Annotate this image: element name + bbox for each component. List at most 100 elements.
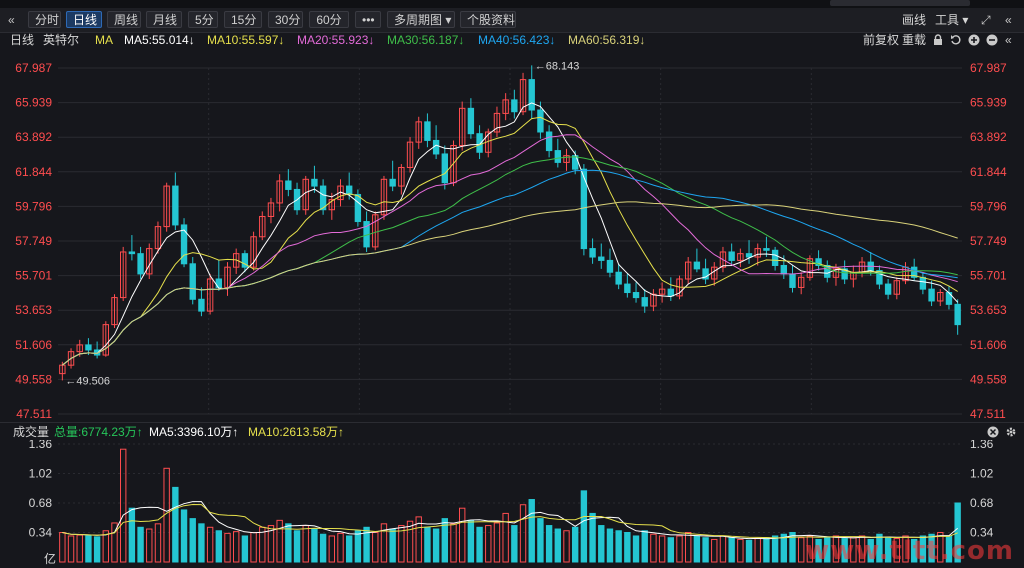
- tab-0[interactable]: 分时: [28, 11, 61, 28]
- candle-body: [389, 178, 396, 187]
- volume-bar: [606, 528, 614, 563]
- volume-axis-label-left: 1.36: [29, 440, 53, 451]
- volume-bar: [293, 530, 301, 563]
- price-axis-label-right: 63.892: [970, 130, 1007, 144]
- period-label: 日线: [10, 33, 35, 47]
- reload-button[interactable]: 重载: [902, 32, 926, 48]
- volume-bar: [232, 531, 240, 563]
- volume-bar: [745, 539, 753, 563]
- candle-body: [589, 248, 596, 258]
- volume-bar: [250, 532, 257, 563]
- close-volume-icon[interactable]: [987, 426, 999, 438]
- volume-bar: [302, 525, 309, 563]
- volume-bar: [797, 537, 805, 563]
- tab-3[interactable]: 月线: [146, 11, 182, 28]
- tab-6[interactable]: 30分: [268, 11, 303, 28]
- ma10-value: MA10:55.597↓: [207, 33, 285, 47]
- volume-title: 成交量: [13, 425, 50, 439]
- expand-indicator-icon[interactable]: «: [1005, 32, 1012, 48]
- price-axis-label-right: 47.511: [970, 407, 1006, 421]
- volume-axis-label-right: 1.36: [970, 440, 994, 451]
- candle-body: [745, 253, 753, 258]
- tab-7[interactable]: 60分: [309, 11, 349, 28]
- volume-bar: [545, 525, 553, 563]
- volume-bar: [93, 536, 101, 563]
- collapse-left-icon[interactable]: «: [8, 12, 15, 28]
- fullscreen-icon[interactable]: ⤢: [981, 12, 991, 28]
- price-axis-label-left: 65.939: [15, 96, 52, 110]
- tab-2[interactable]: 周线: [107, 11, 141, 28]
- volume-bar: [563, 530, 570, 563]
- volume-bar: [737, 538, 744, 563]
- candle-body: [285, 180, 292, 190]
- volume-bar: [624, 532, 631, 563]
- volume-unit-label: 亿: [44, 551, 56, 566]
- ma40-value: MA40:56.423↓: [478, 33, 556, 47]
- candle-body: [424, 121, 431, 141]
- volume-bar: [128, 507, 136, 563]
- price-axis-label-right: 61.844: [970, 165, 1007, 179]
- candle-body: [771, 249, 779, 266]
- candle-body: [919, 276, 927, 290]
- volume-bar: [224, 532, 231, 563]
- zoom-in-icon[interactable]: [968, 34, 980, 46]
- expand-right-icon[interactable]: «: [1005, 12, 1012, 28]
- tools-menu-button[interactable]: 工具 ▾: [935, 12, 968, 28]
- volume-ma5: MA5:3396.10万↑: [149, 425, 239, 439]
- draw-line-button[interactable]: 画线: [902, 12, 926, 28]
- volume-bar: [771, 535, 779, 563]
- candle-body: [606, 259, 614, 273]
- price-axis-label-right: 67.987: [970, 61, 1007, 75]
- volume-total: 总量:6774.23万↑: [54, 425, 143, 439]
- volume-indicator-bar: 成交量 总量:6774.23万↑ MA5:3396.10万↑ MA10:2613…: [0, 422, 1024, 441]
- ma30-value: MA30:56.187↓: [387, 33, 465, 47]
- volume-bar: [493, 522, 501, 563]
- volume-bar: [485, 525, 492, 563]
- volume-bar: [728, 537, 735, 563]
- tab-9[interactable]: 多周期图 ▾: [387, 11, 455, 28]
- candle-body: [354, 194, 362, 223]
- volume-bar: [632, 535, 640, 563]
- candle-body: [189, 263, 196, 300]
- tab-10[interactable]: 个股资料: [460, 11, 516, 28]
- tab-5[interactable]: 15分: [224, 11, 262, 28]
- candle-body: [928, 288, 935, 302]
- volume-bar: [450, 523, 457, 563]
- candlestick-chart[interactable]: 67.987 67.987 65.939 65.939 63.892 63.892 61.8…: [0, 48, 1024, 422]
- candle-body: [789, 273, 796, 288]
- volume-bar: [676, 535, 683, 563]
- price-axis-label-left: 57.749: [15, 234, 52, 248]
- adjust-button[interactable]: 前复权: [863, 32, 899, 48]
- volume-bar: [198, 523, 205, 563]
- candle-body: [763, 248, 770, 251]
- price-axis-label-left: 49.558: [15, 372, 52, 386]
- tab-1[interactable]: 日线: [66, 11, 102, 28]
- volume-bar: [519, 504, 527, 563]
- volume-bar: [693, 535, 701, 563]
- zoom-out-icon[interactable]: [986, 34, 998, 46]
- volume-bar: [146, 528, 153, 563]
- volume-bar: [406, 520, 414, 563]
- volume-axis-label-right: 0.68: [970, 496, 994, 510]
- stock-name: 英特尔: [43, 33, 80, 47]
- volume-bar: [59, 532, 66, 563]
- tab-4[interactable]: 5分: [188, 11, 218, 28]
- chart-toolbar: « 分时 日线 周线 月线 5分 15分 30分 60分 ••• 多周期图 ▾ 个股资料 画线 工具…: [0, 8, 1024, 33]
- volume-bar: [719, 535, 727, 563]
- tab-8[interactable]: •••: [355, 11, 381, 28]
- title-strip-text: [830, 0, 970, 6]
- candle-body: [554, 150, 562, 163]
- settings-gear-icon[interactable]: [1005, 426, 1017, 438]
- candle-body: [198, 298, 205, 312]
- volume-bar: [502, 512, 509, 563]
- lock-icon[interactable]: [932, 34, 944, 46]
- ma5-value: MA5:55.014↓: [124, 33, 195, 47]
- volume-bar: [215, 530, 223, 563]
- undo-icon[interactable]: [950, 34, 962, 46]
- candle-body: [598, 256, 605, 261]
- high-price-marker: ←68.143: [535, 60, 580, 72]
- volume-bar: [528, 499, 535, 563]
- price-axis-label-left: 53.653: [15, 303, 52, 317]
- ma-label[interactable]: MA: [95, 32, 113, 48]
- volume-bar: [458, 507, 466, 563]
